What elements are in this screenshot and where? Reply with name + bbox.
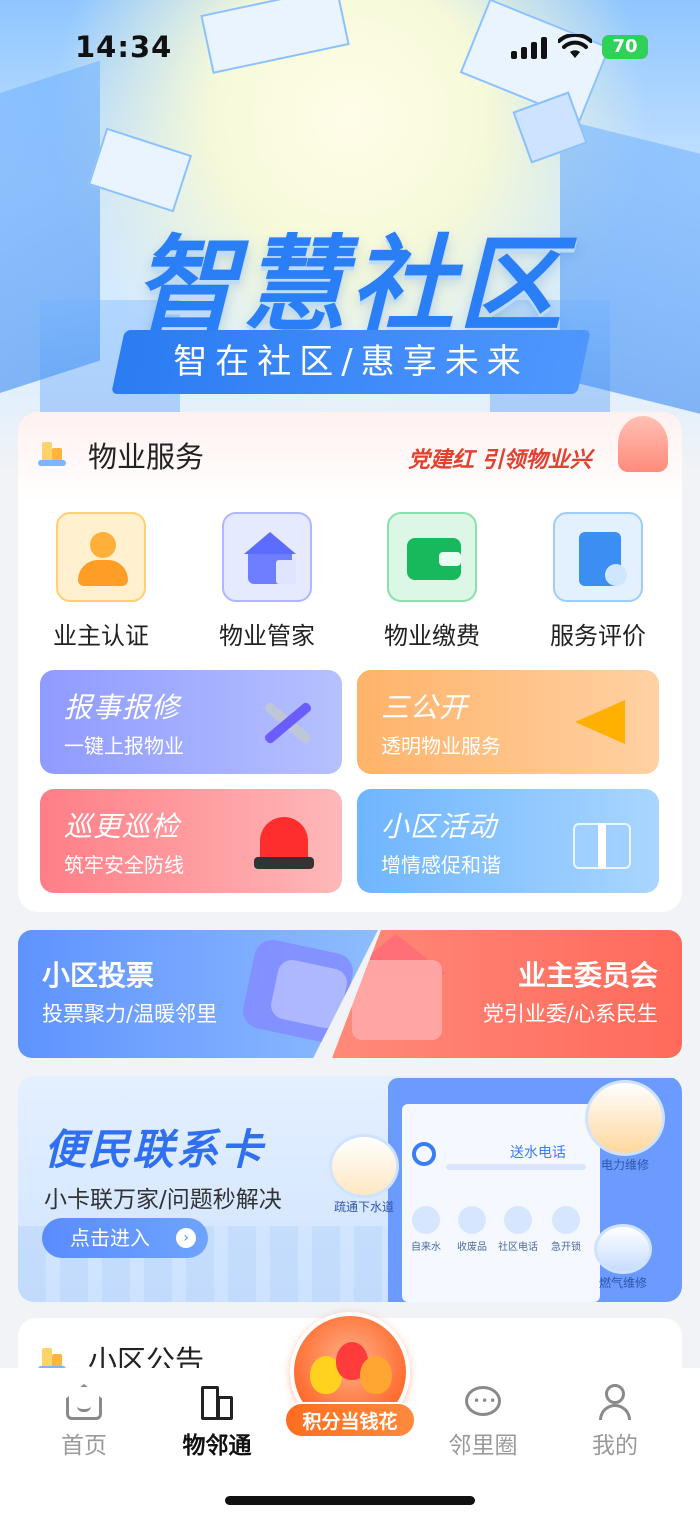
vote-subtitle: 投票聚力/温暖邻里 <box>42 1002 218 1026</box>
owner-committee-banner[interactable]: 业主委员会 党引业委/心系民生 <box>332 930 682 1058</box>
feature-report-repair[interactable]: 报事报修 一键上报物业 <box>40 670 342 774</box>
bubble-electric: 电力维修 <box>580 1080 670 1173</box>
committee-title: 业主委员会 <box>517 959 658 992</box>
bubble-gas: 燃气维修 <box>586 1224 660 1291</box>
profile-icon <box>595 1382 635 1422</box>
faucet-icon <box>412 1206 440 1234</box>
feature-subtitle: 透明物业服务 <box>381 734 501 758</box>
feature-title: 报事报修 <box>64 691 181 724</box>
balloon-icon <box>360 1356 392 1394</box>
owner-verify-icon <box>56 512 146 602</box>
lock-icon <box>552 1206 580 1234</box>
house-body-icon <box>352 960 442 1040</box>
home-icon <box>64 1382 104 1422</box>
mini-item: 收废品 <box>450 1206 494 1253</box>
status-time: 14:34 <box>75 30 173 64</box>
tab-mine[interactable]: 我的 <box>570 1382 660 1462</box>
feature-subtitle: 增情感促和谐 <box>381 853 501 877</box>
cellular-signal-icon <box>511 37 549 59</box>
siren-icon <box>252 809 316 873</box>
service-property-steward[interactable]: 物业管家 <box>202 512 332 652</box>
feature-title: 小区活动 <box>381 810 498 843</box>
points-reward-button[interactable]: 积分当钱花 <box>284 1312 416 1452</box>
megaphone-icon <box>569 690 633 754</box>
property-steward-icon <box>222 512 312 602</box>
feature-patrol-inspection[interactable]: 巡更巡检 筑牢安全防线 <box>40 789 342 893</box>
tab-neighborhood-circle[interactable]: ••• 邻里圈 <box>438 1382 528 1462</box>
property-services-card: 物业服务 党建红 引领物业兴 业主认证 物业管家 物业缴费 服务评价 报事报修 … <box>18 412 682 912</box>
party-figure-icon <box>618 416 668 472</box>
contact-card-subtitle: 小卡联万家/问题秒解决 <box>44 1187 282 1213</box>
contact-card-title: 便民联系卡 <box>44 1125 265 1174</box>
gift-icon <box>569 809 633 873</box>
worker-icon <box>329 1134 399 1198</box>
feature-community-activity[interactable]: 小区活动 增情感促和谐 <box>357 789 659 893</box>
battery-indicator: 70 <box>602 35 648 59</box>
enter-button-label: 点击进入 <box>70 1226 150 1250</box>
search-label: 送水电话 <box>510 1145 566 1161</box>
service-rating[interactable]: 服务评价 <box>533 512 663 652</box>
feature-three-public[interactable]: 三公开 透明物业服务 <box>357 670 659 774</box>
rating-book-icon <box>553 512 643 602</box>
vote-title: 小区投票 <box>42 959 155 992</box>
service-label: 物业缴费 <box>384 622 480 650</box>
party-slogan: 党建红 引领物业兴 <box>408 448 592 473</box>
hero-title: 智慧社区 <box>133 224 566 346</box>
phone-search-bar: 送水电话 <box>412 1136 596 1176</box>
tab-home[interactable]: 首页 <box>39 1382 129 1462</box>
mini-item: 急开锁 <box>544 1206 588 1253</box>
tab-label: 我的 <box>592 1433 638 1459</box>
mini-item: 社区电话 <box>496 1206 540 1253</box>
gas-worker-icon <box>594 1224 652 1274</box>
tab-label: 物邻通 <box>182 1433 252 1459</box>
tab-label: 首页 <box>61 1433 107 1459</box>
service-label: 物业管家 <box>219 622 315 650</box>
enter-button[interactable]: 点击进入 › <box>42 1218 208 1258</box>
recycle-icon <box>458 1206 486 1234</box>
service-label: 服务评价 <box>550 622 646 650</box>
chat-icon: ••• <box>463 1382 503 1422</box>
contact-card-banner[interactable]: 便民联系卡 小卡联万家/问题秒解决 点击进入 › 送水电话 自来水 收废品 社区… <box>18 1076 682 1302</box>
arrow-right-icon: › <box>176 1228 196 1248</box>
feature-title: 三公开 <box>381 691 469 724</box>
points-label: 积分当钱花 <box>284 1402 416 1438</box>
feature-subtitle: 筑牢安全防线 <box>64 853 184 877</box>
search-icon <box>412 1142 436 1166</box>
status-bar: 14:34 70 <box>0 0 700 96</box>
hero-slogan: 智在社区/惠享未来 <box>173 342 529 382</box>
community-vote-banner[interactable]: 小区投票 投票聚力/温暖邻里 <box>18 930 378 1058</box>
feature-title: 巡更巡检 <box>64 810 181 843</box>
mini-item: 自来水 <box>404 1206 448 1253</box>
building-icon <box>197 1382 237 1422</box>
service-label: 业主认证 <box>53 622 149 650</box>
bubble-drain: 疏通下水道 <box>324 1134 404 1215</box>
electrician-icon <box>585 1080 665 1156</box>
building-section-icon <box>38 440 66 466</box>
wallet-icon <box>387 512 477 602</box>
section-title: 物业服务 <box>88 440 205 474</box>
feature-subtitle: 一键上报物业 <box>64 734 184 758</box>
tools-icon <box>252 690 316 754</box>
service-property-payment[interactable]: 物业缴费 <box>367 512 497 652</box>
tab-neighbor-link[interactable]: 物邻通 <box>172 1382 262 1462</box>
phone-screen <box>402 1104 600 1302</box>
phone-icon <box>504 1206 532 1234</box>
home-indicator[interactable] <box>225 1496 475 1505</box>
committee-subtitle: 党引业委/心系民生 <box>482 1002 658 1026</box>
wifi-icon <box>558 34 592 58</box>
tab-label: 邻里圈 <box>448 1433 518 1459</box>
service-owner-verify[interactable]: 业主认证 <box>36 512 166 652</box>
